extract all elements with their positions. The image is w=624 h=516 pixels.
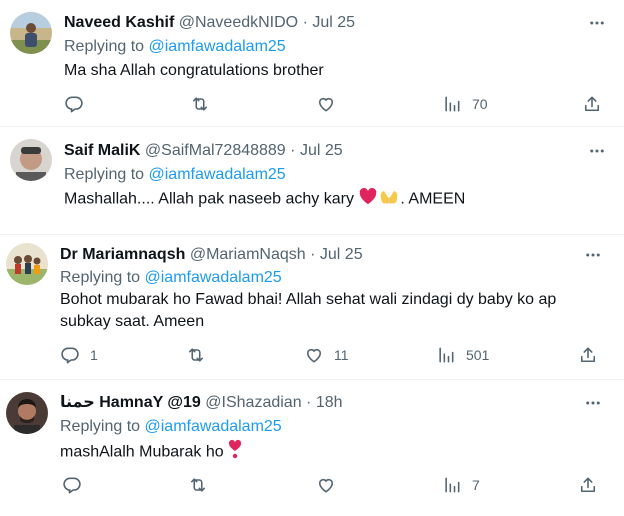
views-button[interactable]: 501: [436, 344, 489, 366]
action-bar: 1 11 501: [60, 344, 605, 366]
separator-dot: ·: [310, 246, 316, 263]
views-icon: [445, 477, 460, 493]
share-button[interactable]: [578, 344, 598, 366]
more-button[interactable]: [586, 12, 608, 34]
retweet-icon: [190, 478, 206, 492]
more-button[interactable]: [582, 392, 604, 414]
tweet-header: Saif MaliK @SaifMal72848889 · Jul 25: [64, 141, 343, 161]
avatar[interactable]: [10, 139, 52, 181]
tweet-text-line-2: subkay saat. Ameen: [60, 313, 205, 330]
tweet-4[interactable]: حمنا HamnaY @19 @IShazadian · 18h Replyi…: [0, 380, 624, 516]
view-count: 501: [466, 347, 490, 363]
display-name[interactable]: Saif MaliK: [64, 142, 140, 159]
views-button[interactable]: 7: [442, 474, 480, 496]
user-handle[interactable]: @IShazadian: [205, 394, 301, 411]
reply-button[interactable]: [64, 93, 84, 115]
like-icon: [306, 348, 322, 363]
reply-icon: [63, 477, 81, 494]
like-button[interactable]: 11: [304, 344, 349, 366]
more-icon: [586, 401, 600, 405]
reply-icon: [61, 347, 79, 364]
tweet-text: Bohot mubarak ho Fawad bhai! Allah sehat…: [60, 289, 610, 333]
display-name[interactable]: حمنا HamnaY @19: [60, 394, 201, 411]
tweet-text: Mashallah.... Allah pak naseeb achy kary…: [64, 187, 465, 212]
retweet-button[interactable]: [186, 344, 206, 366]
share-icon: [584, 96, 600, 112]
retweet-icon: [192, 97, 208, 111]
avatar[interactable]: [6, 243, 48, 285]
tweet-header: Naveed Kashif @NaveedkNIDO · Jul 25: [64, 13, 355, 33]
display-name[interactable]: Dr Mariamnaqsh: [60, 246, 185, 263]
tweet-date[interactable]: Jul 25: [312, 14, 355, 31]
user-handle[interactable]: @NaveedkNIDO: [179, 14, 298, 31]
share-icon: [580, 347, 596, 363]
view-count: 70: [472, 96, 488, 112]
tweet-date[interactable]: Jul 25: [300, 142, 343, 159]
like-icon: [318, 97, 334, 112]
separator-dot: ·: [290, 142, 296, 159]
avatar[interactable]: [10, 12, 52, 54]
views-icon: [439, 347, 454, 363]
replying-prefix: Replying to: [60, 418, 141, 435]
more-icon: [590, 149, 604, 153]
replying-mention[interactable]: @iamfawadalam25: [145, 269, 282, 286]
more-button[interactable]: [582, 244, 604, 266]
replying-to: Replying to @iamfawadalam25: [60, 417, 282, 437]
separator-dot: ·: [302, 14, 308, 31]
replying-mention[interactable]: @iamfawadalam25: [149, 38, 286, 55]
replying-to: Replying to @iamfawadalam25: [60, 268, 282, 288]
more-icon: [586, 253, 600, 257]
tweet-text: mashAlalh Mubarak ho: [60, 439, 242, 466]
reply-icon: [65, 96, 83, 113]
view-count: 7: [472, 477, 480, 493]
replying-prefix: Replying to: [64, 166, 145, 183]
reply-button[interactable]: [62, 474, 82, 496]
retweet-icon: [188, 348, 204, 362]
heart-exclamation-emoji: [228, 439, 242, 466]
views-button[interactable]: 70: [442, 93, 488, 115]
tweet-text-main: mashAlalh Mubarak ho: [60, 443, 224, 461]
replying-to: Replying to @iamfawadalam25: [64, 165, 286, 185]
tweet-1[interactable]: Naveed Kashif @NaveedkNIDO · Jul 25 Repl…: [0, 0, 624, 126]
like-icon: [318, 478, 334, 493]
display-name[interactable]: Naveed Kashif: [64, 14, 174, 31]
action-bar: 70: [64, 93, 609, 115]
retweet-button[interactable]: [190, 93, 210, 115]
action-bar: 7: [60, 474, 605, 496]
tweet-text-main: Mashallah.... Allah pak naseeb achy kary: [64, 190, 354, 208]
tweet-date[interactable]: 18h: [316, 394, 343, 411]
share-button[interactable]: [578, 474, 598, 496]
tweet-text-end: . AMEEN: [400, 190, 466, 208]
more-button[interactable]: [586, 140, 608, 162]
more-icon: [590, 21, 604, 25]
tweet-3[interactable]: Dr Mariamnaqsh @MariamNaqsh · Jul 25 Rep…: [0, 235, 624, 379]
like-count: 11: [334, 347, 349, 363]
retweet-button[interactable]: [188, 474, 208, 496]
tweet-header: حمنا HamnaY @19 @IShazadian · 18h: [60, 393, 343, 413]
reply-count: 1: [90, 347, 98, 363]
replying-mention[interactable]: @iamfawadalam25: [149, 166, 286, 183]
separator-dot: ·: [306, 394, 312, 411]
tweet-date[interactable]: Jul 25: [320, 246, 363, 263]
replying-prefix: Replying to: [60, 269, 141, 286]
like-button[interactable]: [316, 93, 336, 115]
tweet-text: Ma sha Allah congratulations brother: [64, 62, 324, 79]
red-heart-emoji: [358, 187, 378, 212]
avatar[interactable]: [6, 392, 48, 434]
replying-prefix: Replying to: [64, 38, 145, 55]
replying-mention[interactable]: @iamfawadalam25: [145, 418, 282, 435]
palms-up-together-emoji: [378, 187, 400, 212]
tweet-text-line-1: Bohot mubarak ho Fawad bhai! Allah sehat…: [60, 291, 557, 308]
share-button[interactable]: [582, 93, 602, 115]
reply-button[interactable]: 1: [60, 344, 98, 366]
like-button[interactable]: [316, 474, 336, 496]
tweet-header: Dr Mariamnaqsh @MariamNaqsh · Jul 25: [60, 245, 363, 265]
views-icon: [445, 96, 460, 112]
tweet-2[interactable]: Saif MaliK @SaifMal72848889 · Jul 25 Rep…: [0, 127, 624, 234]
replying-to: Replying to @iamfawadalam25: [64, 37, 286, 57]
share-icon: [580, 477, 596, 493]
user-handle[interactable]: @SaifMal72848889: [145, 142, 286, 159]
user-handle[interactable]: @MariamNaqsh: [190, 246, 306, 263]
